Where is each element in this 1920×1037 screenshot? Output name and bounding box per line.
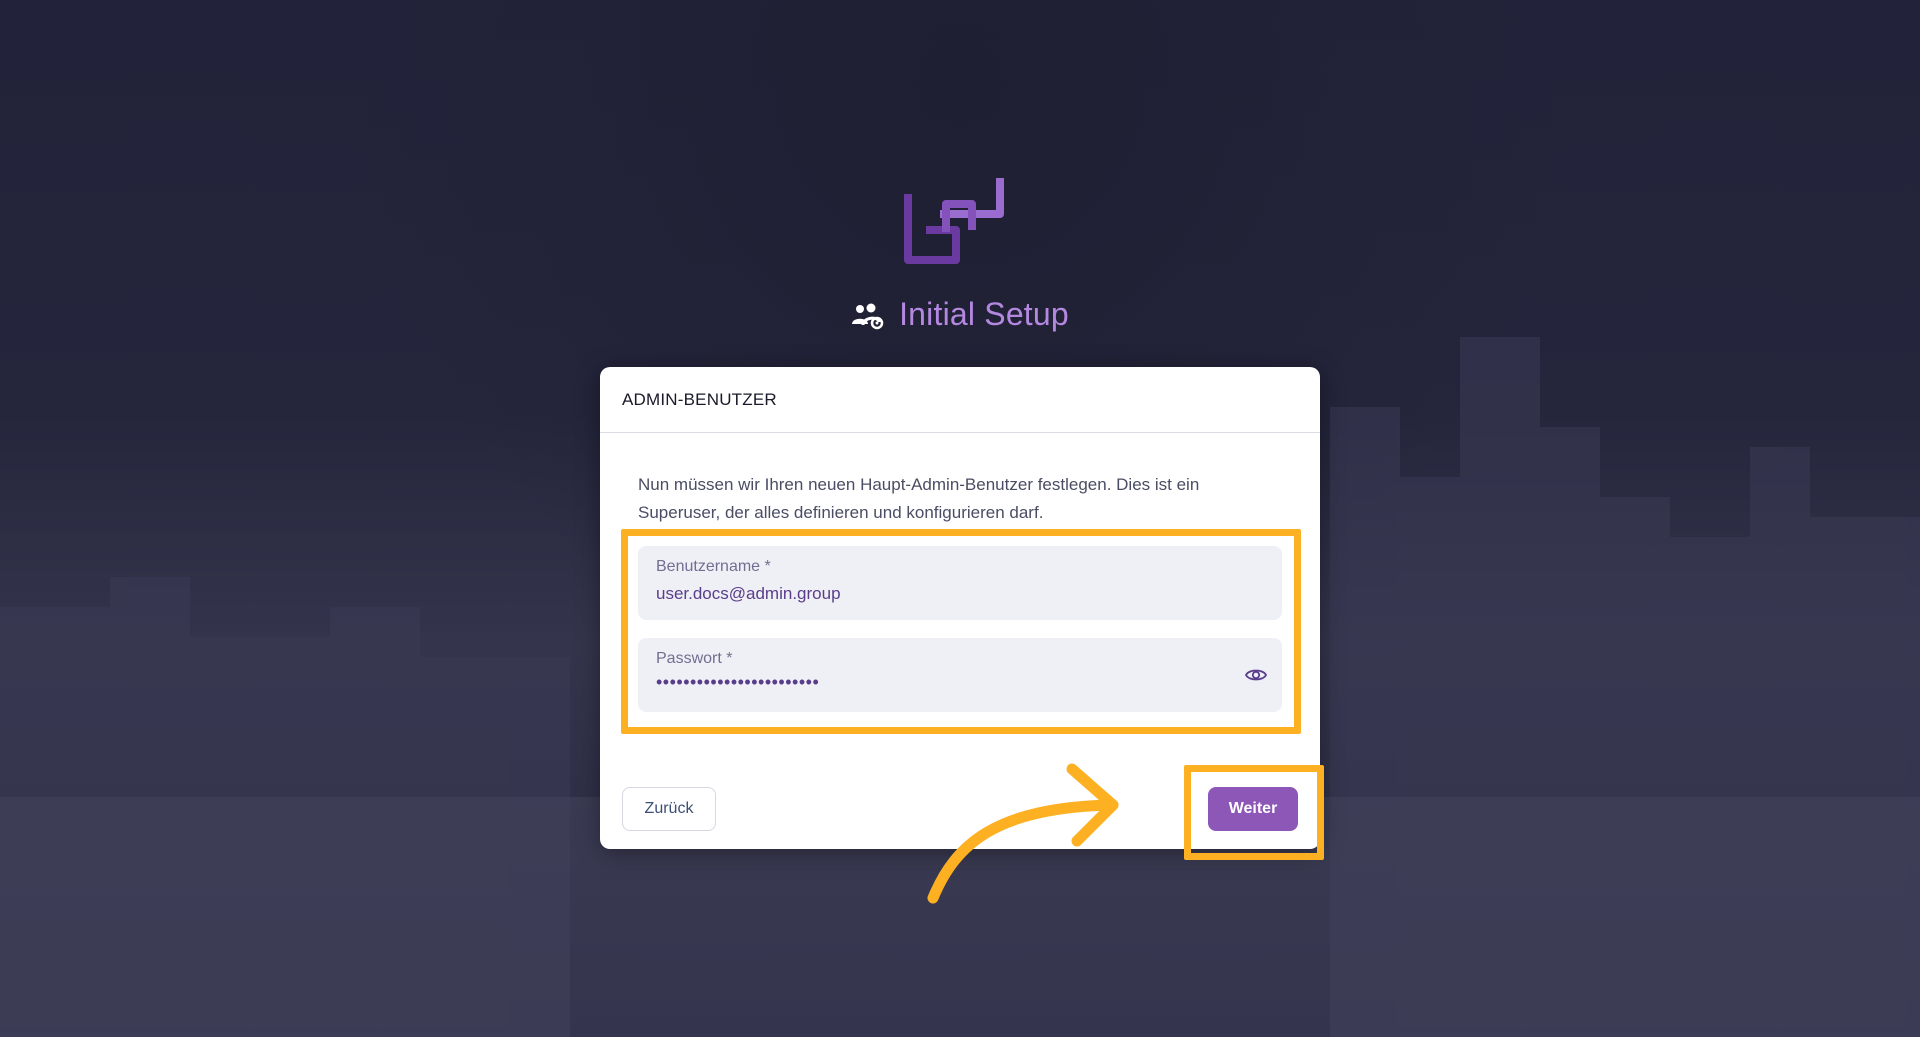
annotation-arrow xyxy=(927,763,1119,904)
setup-title-row: Initial Setup xyxy=(0,296,1920,333)
page-title: Initial Setup xyxy=(899,296,1069,332)
next-highlight-box xyxy=(1184,765,1324,860)
card-heading: ADMIN-BENUTZER xyxy=(622,389,777,409)
back-button[interactable]: Zurück xyxy=(622,787,716,831)
users-cog-icon xyxy=(852,303,884,329)
card-header: ADMIN-BENUTZER xyxy=(600,367,1320,433)
tsg-logo xyxy=(904,178,1004,264)
fields-highlight-box xyxy=(621,529,1301,734)
card-description: Nun müssen wir Ihren neuen Haupt-Admin-B… xyxy=(638,475,1200,522)
